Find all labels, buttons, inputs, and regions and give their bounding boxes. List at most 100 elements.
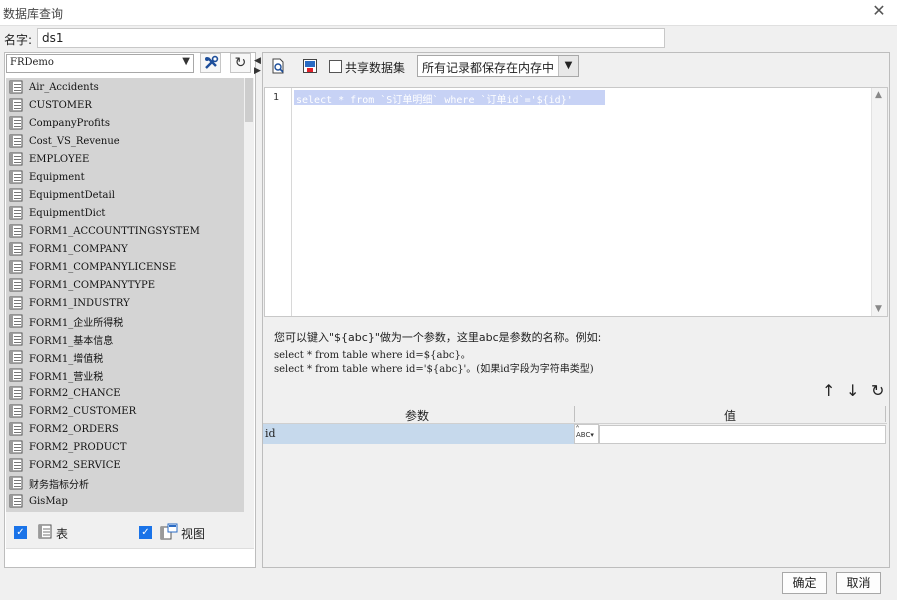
database-select-value: FRDemo xyxy=(10,57,54,68)
table-name: FORM1_INDUSTRY xyxy=(29,297,130,309)
table-icon xyxy=(9,476,23,490)
sql-template-button[interactable] xyxy=(299,56,320,76)
table-list-item[interactable]: FORM2_CHANCE xyxy=(6,384,244,402)
collapse-arrow-icon[interactable]: ◀ ▶ xyxy=(254,56,261,76)
table-list-item[interactable]: FORM1_营业税 xyxy=(6,366,244,384)
table-icon xyxy=(9,332,23,346)
table-list-item[interactable]: FORM2_PRODUCT xyxy=(6,438,244,456)
tree-search-box[interactable] xyxy=(6,548,254,566)
memory-mode-select[interactable]: 所有记录都保存在内存中 ▼ xyxy=(417,55,579,77)
close-icon[interactable]: ✕ xyxy=(871,3,887,19)
string-type-icon: ᴬ ABC▾ xyxy=(576,424,594,439)
table-list-item[interactable]: FORM1_增值税 xyxy=(6,348,244,366)
table-list-item[interactable]: GisMap xyxy=(6,492,244,510)
tree-filter-bar: ✓ 表 ✓ 视图 xyxy=(6,512,254,548)
table-name: FORM1_增值税 xyxy=(29,353,104,365)
scroll-down-icon[interactable]: ▼ xyxy=(875,304,882,314)
table-icon xyxy=(9,386,23,400)
params-grid xyxy=(263,424,887,567)
table-name: FORM1_ACCOUNTTINGSYSTEM xyxy=(29,225,200,237)
table-icon xyxy=(9,206,23,220)
table-icon xyxy=(9,422,23,436)
table-icon xyxy=(9,98,23,112)
table-tree: Air_Accidents CUSTOMER CompanyProfits Cost_… xyxy=(6,78,244,512)
table-list-item[interactable]: CompanyProfits xyxy=(6,114,244,132)
sql-editor[interactable]: 1 select * from `S订单明细` where `订单id`='${… xyxy=(264,87,888,317)
scrollbar-thumb[interactable] xyxy=(245,78,253,122)
preview-button[interactable] xyxy=(267,56,288,76)
editor-scrollbar[interactable]: ▲ ▼ xyxy=(871,88,887,316)
line-gutter: 1 xyxy=(265,88,292,316)
chevron-down-icon: ▼ xyxy=(558,56,578,76)
table-list-item[interactable]: FORM1_基本信息 xyxy=(6,330,244,348)
column-divider xyxy=(574,406,575,422)
move-up-icon[interactable]: ↑ xyxy=(822,381,835,400)
table-icon xyxy=(9,314,23,328)
table-icon xyxy=(9,296,23,310)
title-bar: 数据库查询 ✕ xyxy=(0,0,897,26)
table-name: GisMap xyxy=(29,495,68,507)
table-name: Air_Accidents xyxy=(29,81,99,93)
name-label: 名字: xyxy=(4,33,33,47)
table-list-item[interactable]: FORM1_ACCOUNTTINGSYSTEM xyxy=(6,222,244,240)
table-name: 财务指标分析 xyxy=(29,479,89,491)
table-list-item[interactable]: FORM1_COMPANYLICENSE xyxy=(6,258,244,276)
table-icon xyxy=(9,188,23,202)
cancel-button[interactable]: 取消 xyxy=(836,572,881,594)
save-icon xyxy=(302,59,317,73)
view-filter-label: 视图 xyxy=(181,527,206,541)
table-list-item[interactable]: Air_Accidents xyxy=(6,78,244,96)
table-name: FORM2_PRODUCT xyxy=(29,441,127,453)
param-name-cell[interactable]: id xyxy=(263,424,574,444)
table-name: FORM1_基本信息 xyxy=(29,335,114,347)
table-list-item[interactable]: FORM2_CUSTOMER xyxy=(6,402,244,420)
table-list-item[interactable]: 财务指标分析 xyxy=(6,474,244,492)
preview-icon xyxy=(272,58,284,74)
table-list-item[interactable]: CUSTOMER xyxy=(6,96,244,114)
view-filter-checkbox[interactable]: ✓ xyxy=(139,526,152,539)
param-hint-line2: select * from table where id=${abc}。 xyxy=(274,350,471,361)
param-type-button[interactable]: ᴬ ABC▾ xyxy=(574,424,599,444)
database-select[interactable]: FRDemo ▼ xyxy=(6,54,194,73)
ok-button[interactable]: 确定 xyxy=(782,572,827,594)
table-name: FORM1_企业所得税 xyxy=(29,317,124,329)
table-name: EMPLOYEE xyxy=(29,153,90,165)
move-down-icon[interactable]: ↓ xyxy=(846,381,859,400)
table-list-item[interactable]: Cost_VS_Revenue xyxy=(6,132,244,150)
chevron-down-icon: ▼ xyxy=(182,56,190,67)
table-filter-checkbox[interactable]: ✓ xyxy=(14,526,27,539)
column-header-value: 值 xyxy=(724,409,737,423)
param-hint-line3: select * from table where id='${abc}'。(如… xyxy=(274,364,594,375)
share-dataset-checkbox[interactable] xyxy=(329,60,342,73)
table-icon xyxy=(9,224,23,238)
column-header-param: 参数 xyxy=(405,409,430,423)
table-list-item[interactable]: FORM1_COMPANY xyxy=(6,240,244,258)
table-icon xyxy=(38,524,52,539)
tree-scrollbar[interactable] xyxy=(244,78,254,512)
table-icon xyxy=(9,116,23,130)
table-name: FORM1_COMPANY xyxy=(29,243,128,255)
table-list-item[interactable]: FORM1_企业所得税 xyxy=(6,312,244,330)
table-name: FORM2_SERVICE xyxy=(29,459,121,471)
table-name: FORM1_营业税 xyxy=(29,371,104,383)
table-list-item[interactable]: FORM2_SERVICE xyxy=(6,456,244,474)
table-icon xyxy=(9,170,23,184)
sql-text[interactable]: select * from `S订单明细` where `订单id`='${id… xyxy=(296,91,573,106)
table-list-item[interactable]: EquipmentDetail xyxy=(6,186,244,204)
table-list-item[interactable]: FORM1_INDUSTRY xyxy=(6,294,244,312)
table-list-item[interactable]: EMPLOYEE xyxy=(6,150,244,168)
table-name: Cost_VS_Revenue xyxy=(29,135,120,147)
table-list-item[interactable]: FORM2_ORDERS xyxy=(6,420,244,438)
refresh-button[interactable]: ↻ xyxy=(230,53,251,73)
param-value-input[interactable] xyxy=(599,425,886,444)
scroll-up-icon[interactable]: ▲ xyxy=(875,90,882,100)
share-dataset-label: 共享数据集 xyxy=(345,61,406,75)
table-list-item[interactable]: EquipmentDict xyxy=(6,204,244,222)
table-icon xyxy=(9,458,23,472)
name-input[interactable]: ds1 xyxy=(37,28,665,48)
table-list-item[interactable]: FORM1_COMPANYTYPE xyxy=(6,276,244,294)
memory-mode-value: 所有记录都保存在内存中 xyxy=(422,61,555,75)
connection-settings-button[interactable] xyxy=(200,53,221,73)
table-list-item[interactable]: Equipment xyxy=(6,168,244,186)
refresh-params-icon[interactable]: ↻ xyxy=(871,381,884,400)
